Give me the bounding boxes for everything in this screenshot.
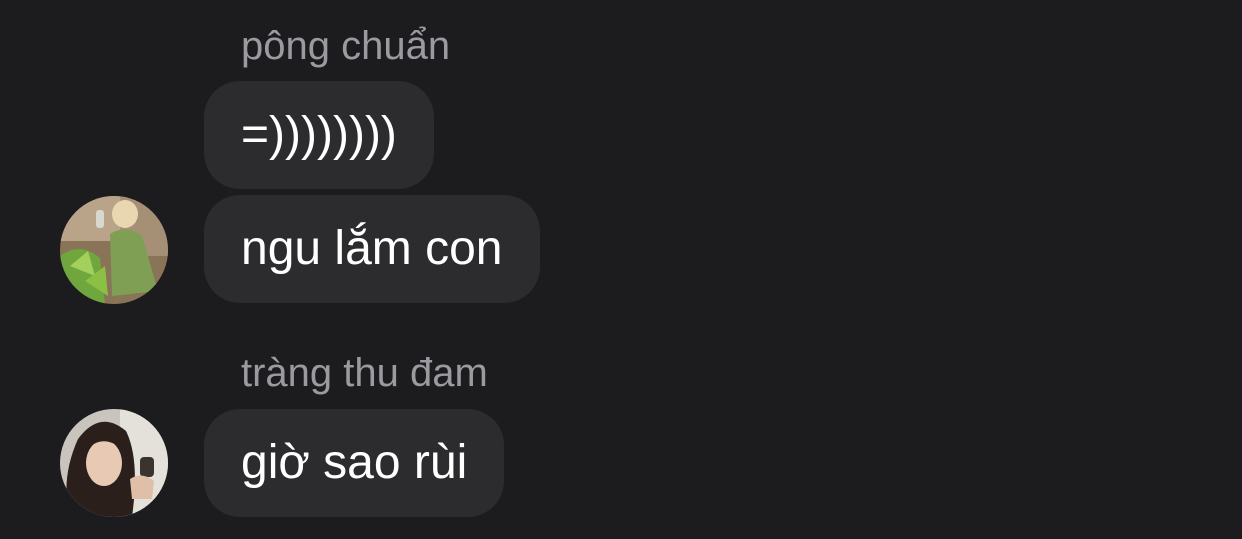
message-bubble[interactable]: giờ sao rùi — [204, 409, 505, 517]
avatar-photo-woman-selfie-icon — [60, 409, 168, 517]
avatar[interactable] — [60, 196, 168, 304]
avatar-photo-woman-green-dress-icon — [60, 196, 168, 304]
sender-name: pông chuẩn — [241, 24, 451, 68]
message-bubble[interactable]: =)))))))) — [204, 81, 434, 189]
avatar[interactable] — [60, 409, 168, 517]
sender-name: tràng thu đam — [241, 351, 488, 395]
chat-thread: pông chuẩn =)))))))) ngu lắm con tràng t… — [0, 0, 1242, 539]
message-bubble[interactable]: ngu lắm con — [204, 195, 540, 303]
